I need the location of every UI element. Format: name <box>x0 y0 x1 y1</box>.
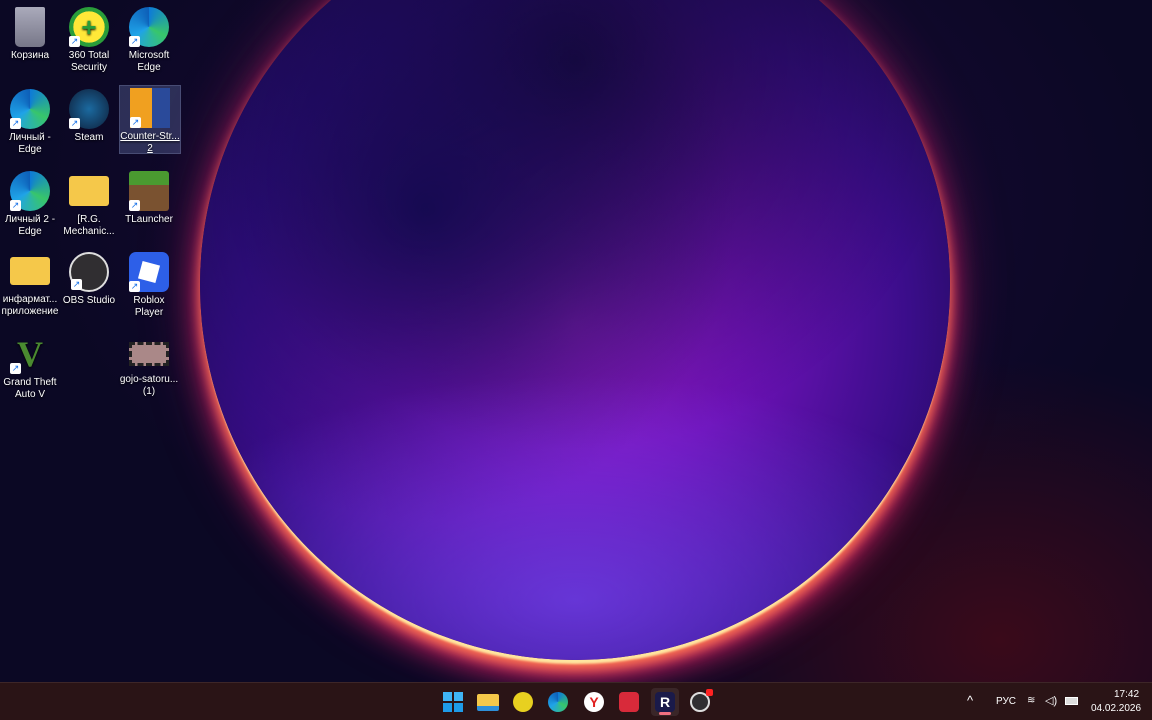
clock-date[interactable]: 04.02.2026 <box>1091 703 1141 714</box>
icon-label: Корзина <box>10 50 50 61</box>
icon-label: Grand Theft Auto V <box>3 377 57 400</box>
obs-icon: ↗ <box>69 252 109 292</box>
icon-label: Microsoft Edge <box>128 50 170 73</box>
icon-label: gojo-satoru... (1) <box>119 374 179 397</box>
edge-icon <box>548 692 568 712</box>
icon-label: Counter-Str... 2 <box>120 131 180 154</box>
desktop-icon-gojo-video[interactable]: gojo-satoru... (1) <box>119 332 179 398</box>
gta-icon: V ↗ <box>10 334 43 374</box>
show-hidden-icons-chevron-icon[interactable]: ^ <box>967 693 973 708</box>
icon-label: 360 Total Security <box>68 50 110 73</box>
wallpaper-shade <box>200 0 950 660</box>
folder-icon <box>10 257 50 285</box>
start-button[interactable] <box>439 688 467 716</box>
taskbar: Y R ^ РУС ≋ ◁) 17:42 04.02.2026 <box>0 682 1152 720</box>
language-indicator[interactable]: РУС <box>996 696 1016 707</box>
recycle-bin-icon <box>15 7 45 47</box>
desktop-icon-counter-strike-2[interactable]: ↗ Counter-Str... 2 <box>119 85 181 154</box>
edge-icon: ↗ <box>129 7 169 47</box>
tlauncher-icon: ↗ <box>129 171 169 211</box>
wifi-icon[interactable]: ≋ <box>1027 695 1035 706</box>
taskbar-rockstar-launcher[interactable]: R <box>651 688 679 716</box>
app-red-icon <box>619 692 639 712</box>
icon-label: [R.G. Mechanic... <box>63 214 115 237</box>
taskbar-app-red[interactable] <box>615 688 643 716</box>
taskbar-file-explorer[interactable] <box>474 688 502 716</box>
battery-icon[interactable] <box>1065 697 1078 705</box>
desktop-icon-roblox-player[interactable]: ↗ Roblox Player <box>119 250 179 319</box>
r-launcher-icon: R <box>655 692 675 712</box>
desktop-icon-360-security[interactable]: + ↗ 360 Total Security <box>59 5 119 74</box>
desktop-icon-microsoft-edge[interactable]: ↗ Microsoft Edge <box>119 5 179 74</box>
icon-label: Roblox Player <box>133 295 165 318</box>
desktop-icon-obs-studio[interactable]: ↗ OBS Studio <box>59 250 119 307</box>
obs-icon <box>690 689 713 712</box>
taskbar-yandex-browser[interactable]: Y <box>580 688 608 716</box>
edge-profile-icon: ↗ <box>10 89 50 129</box>
desktop-icon-steam[interactable]: ↗ Steam <box>59 87 119 144</box>
windows-logo-icon <box>443 692 463 712</box>
desktop-icon-edge-personal[interactable]: ↗ Личный - Edge <box>0 87 60 156</box>
icon-label: OBS Studio <box>62 295 116 306</box>
edge-profile-icon: ↗ <box>10 171 50 211</box>
icon-label: Steam <box>74 132 104 143</box>
folder-icon <box>477 693 499 711</box>
desktop-icon-recycle-bin[interactable]: Корзина <box>0 5 60 62</box>
icon-label: TLauncher <box>125 214 173 225</box>
icon-label: Личный 2 - Edge <box>4 214 56 237</box>
taskbar-obs[interactable] <box>686 688 714 716</box>
desktop-icon-gta-v[interactable]: V ↗ Grand Theft Auto V <box>0 332 60 401</box>
app-yellow-icon <box>513 692 533 712</box>
desktop-icon-informatics-folder[interactable]: инфармат... приложение <box>0 250 60 318</box>
roblox-icon: ↗ <box>129 252 169 292</box>
volume-icon[interactable]: ◁) <box>1045 694 1057 707</box>
clock-time[interactable]: 17:42 <box>1114 689 1139 700</box>
desktop-icon-rg-mechanics-folder[interactable]: [R.G. Mechanic... <box>59 169 119 238</box>
folder-icon <box>69 176 109 206</box>
desktop-icon-tlauncher[interactable]: ↗ TLauncher <box>119 169 179 226</box>
icon-label: Личный - Edge <box>9 132 51 155</box>
counter-strike-icon: ↗ <box>130 88 170 128</box>
steam-icon: ↗ <box>69 89 109 129</box>
taskbar-edge[interactable] <box>544 688 572 716</box>
desktop-icon-edge-personal-2[interactable]: ↗ Личный 2 - Edge <box>0 169 60 238</box>
icon-label: инфармат... приложение <box>1 294 59 317</box>
video-file-icon <box>129 342 169 366</box>
yandex-browser-icon: Y <box>584 692 604 712</box>
360-security-icon: + ↗ <box>69 7 109 47</box>
taskbar-app-yellow[interactable] <box>509 688 537 716</box>
